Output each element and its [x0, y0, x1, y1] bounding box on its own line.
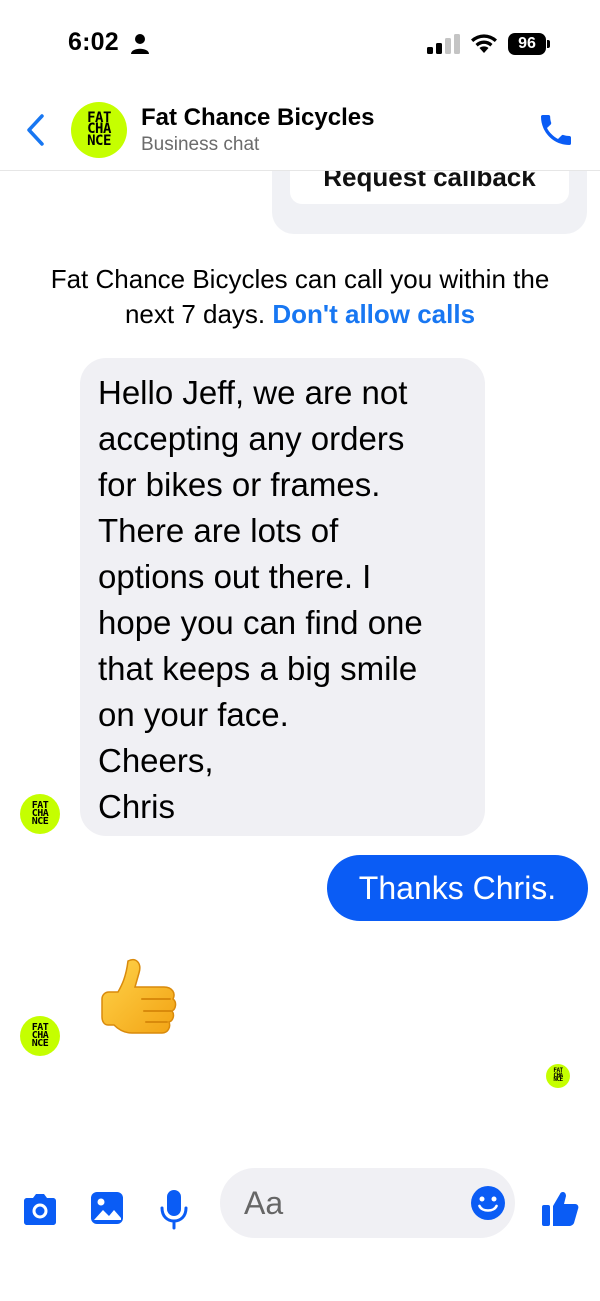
person-icon	[131, 34, 149, 54]
phone-icon[interactable]	[536, 110, 576, 150]
sender-avatar[interactable]: FAT CHA NCE	[20, 794, 60, 834]
chat-header: FAT CHA NCE Fat Chance Bicycles Business…	[0, 90, 600, 171]
signal-icon	[427, 34, 460, 54]
wifi-icon	[471, 34, 497, 53]
status-time: 6:02	[68, 28, 119, 56]
thumbs-up-emoji-message[interactable]	[98, 955, 180, 1040]
camera-icon[interactable]	[20, 1192, 60, 1228]
contact-subtitle: Business chat	[141, 134, 260, 155]
emoji-smile-icon[interactable]	[469, 1184, 507, 1222]
status-bar: 6:02 96	[0, 0, 600, 90]
logo-text: FAT CHA NCE	[87, 109, 111, 149]
logo-text: FAT CHA NCE	[31, 799, 49, 828]
back-chevron-icon[interactable]	[22, 112, 50, 148]
read-receipt-avatar: FAT CHA NCE	[546, 1064, 570, 1088]
logo-text: FAT CHA NCE	[553, 1066, 563, 1084]
microphone-icon[interactable]	[158, 1188, 190, 1230]
message-composer	[0, 1160, 600, 1250]
thumbs-up-icon[interactable]	[540, 1188, 580, 1228]
business-logo[interactable]: FAT CHA NCE	[71, 102, 127, 158]
contact-name[interactable]: Fat Chance Bicycles	[141, 104, 374, 132]
gallery-icon[interactable]	[89, 1188, 125, 1228]
call-permission-notice: Fat Chance Bicycles can call you within …	[30, 262, 570, 332]
battery-badge: 96	[508, 33, 546, 55]
dont-allow-calls-link[interactable]: Don't allow calls	[272, 299, 475, 329]
logo-text: FAT CHA NCE	[31, 1021, 49, 1050]
battery-tip	[547, 40, 550, 48]
sender-avatar[interactable]: FAT CHA NCE	[20, 1016, 60, 1056]
home-indicator-area	[0, 1282, 600, 1301]
outgoing-message-bubble[interactable]: Thanks Chris.	[327, 855, 588, 921]
incoming-message-text: Hello Jeff, we are not accepting any ord…	[98, 374, 423, 825]
